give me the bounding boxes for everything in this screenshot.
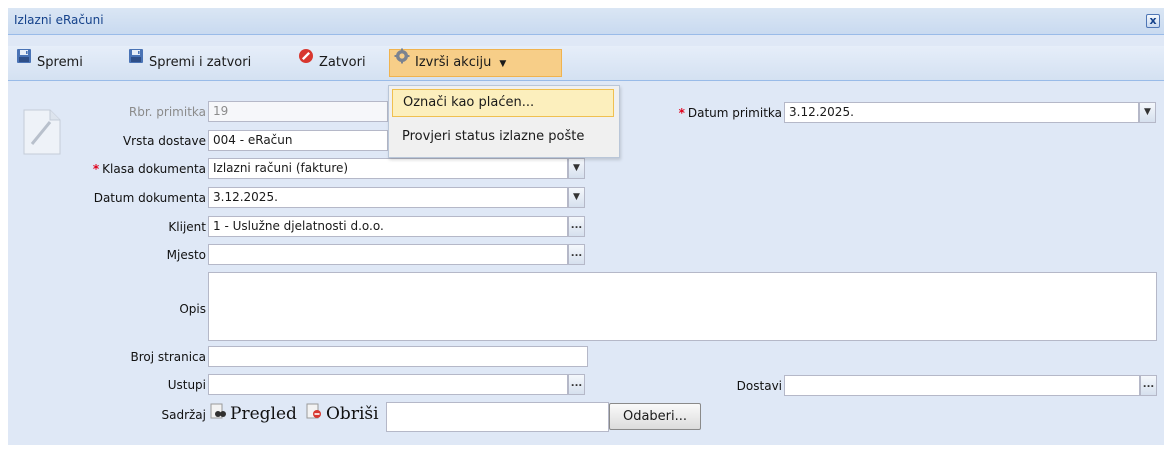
floppy-disk-icon <box>128 47 144 75</box>
datum-primitka-field[interactable]: 3.12.2025. <box>784 102 1139 123</box>
close-button[interactable]: Zatvori <box>294 49 370 77</box>
mjesto-field[interactable] <box>208 244 568 265</box>
menu-item-check-mail-status[interactable]: Provjeri status izlazne pošte <box>392 123 614 151</box>
klijent-label: Klijent <box>168 220 206 234</box>
dostavi-field[interactable] <box>784 375 1140 396</box>
window-title: Izlazni eRačuni <box>14 13 104 27</box>
dostavi-browse-icon[interactable]: ... <box>1140 375 1157 396</box>
gear-icon <box>394 48 410 74</box>
obrisi-link[interactable]: Obriši <box>306 403 379 424</box>
save-label: Spremi <box>37 55 83 70</box>
pregled-label: Pregled <box>230 404 297 424</box>
execute-action-button[interactable]: Izvrši akciju ▼ <box>389 48 562 77</box>
eracuni-window: Izlazni eRačuni x Spremi Spremi i zatvor… <box>8 8 1164 445</box>
odaberi-button[interactable]: Odaberi... <box>609 403 701 430</box>
pregled-link[interactable]: Pregled <box>210 403 297 424</box>
close-window-button[interactable]: x <box>1146 14 1160 28</box>
klasa-field[interactable]: Izlazni računi (fakture) <box>208 158 568 179</box>
klijent-browse-icon[interactable]: ... <box>568 216 585 237</box>
rbr-field: 19 <box>208 101 388 122</box>
datum-primitka-text: Datum primitka <box>687 106 782 120</box>
save-and-close-button[interactable]: Spremi i zatvori <box>124 49 255 77</box>
broj-stranica-label: Broj stranica <box>130 350 206 364</box>
binoculars-icon <box>210 403 226 424</box>
save-button[interactable]: Spremi <box>12 49 87 77</box>
dostavi-label: Dostavi <box>736 379 782 393</box>
datum-dokumenta-label: Datum dokumenta <box>93 191 206 205</box>
menu-item-mark-paid[interactable]: Označi kao plaćen... <box>392 89 614 117</box>
datum-dokumenta-field[interactable]: 3.12.2025. <box>208 187 568 208</box>
toolbar: Spremi Spremi i zatvori Zatvori Izvrši a… <box>8 46 1164 81</box>
opis-textarea[interactable] <box>208 272 1157 341</box>
datum-primitka-dropdown-icon[interactable]: ▼ <box>1139 102 1156 123</box>
close-label: Zatvori <box>319 55 366 70</box>
execute-action-label: Izvrši akciju <box>415 55 492 70</box>
mjesto-label: Mjesto <box>166 248 206 262</box>
chevron-down-icon: ▼ <box>499 59 507 69</box>
ustupi-label: Ustupi <box>167 378 206 392</box>
ustupi-field[interactable] <box>208 374 568 395</box>
broj-stranica-field[interactable] <box>208 346 588 367</box>
klasa-label: * Klasa dokumenta <box>92 162 206 176</box>
rbr-label: Rbr. primitka <box>128 105 206 119</box>
klijent-field[interactable]: 1 - Uslužne djelatnosti d.o.o. <box>208 216 568 237</box>
klasa-dropdown-icon[interactable]: ▼ <box>568 158 585 179</box>
floppy-disk-icon <box>16 47 32 75</box>
file-name-field[interactable] <box>386 402 609 432</box>
red-stop-icon <box>298 47 314 75</box>
vrsta-field[interactable]: 004 - eRačun <box>208 130 388 151</box>
obrisi-label: Obriši <box>326 404 379 424</box>
vrsta-label: Vrsta dostave <box>122 134 206 148</box>
datum-primitka-label: * Datum primitka <box>678 106 782 120</box>
save-and-close-label: Spremi i zatvori <box>149 55 252 70</box>
window-titlebar: Izlazni eRačuni x <box>8 8 1164 35</box>
sadrzaj-label: Sadržaj <box>161 408 206 422</box>
klasa-text: Klasa dokumenta <box>102 162 206 176</box>
datum-dokumenta-dropdown-icon[interactable]: ▼ <box>568 187 585 208</box>
opis-label: Opis <box>179 302 206 316</box>
action-dropdown-menu: Označi kao plaćen... Provjeri status izl… <box>388 85 620 158</box>
delete-document-icon <box>306 403 322 424</box>
mjesto-browse-icon[interactable]: ... <box>568 244 585 265</box>
ustupi-browse-icon[interactable]: ... <box>568 374 585 395</box>
